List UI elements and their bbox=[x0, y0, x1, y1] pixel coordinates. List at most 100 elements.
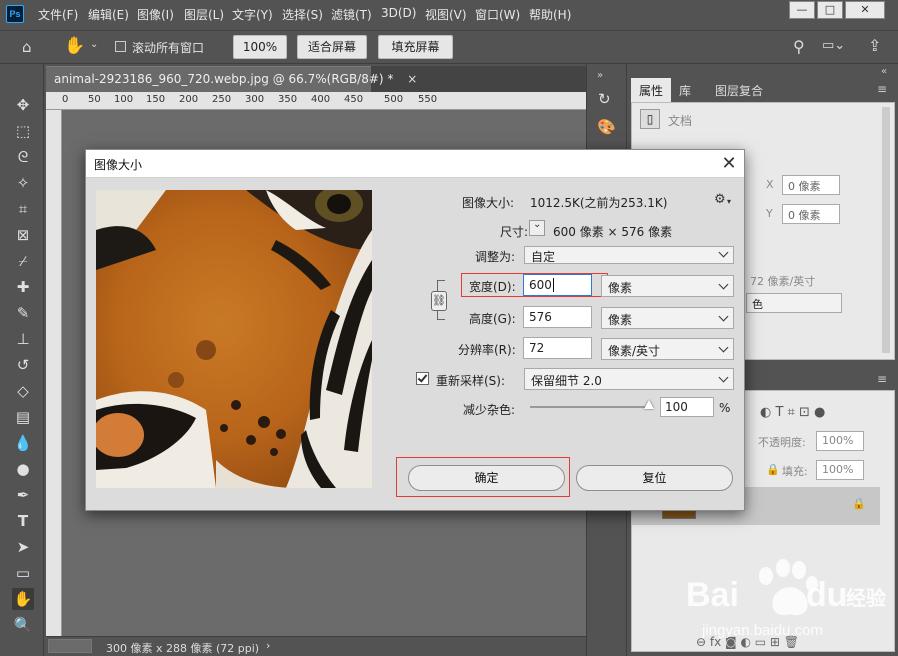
eyedropper-icon[interactable]: ⌿ bbox=[12, 250, 34, 272]
scroll-all-checkbox[interactable] bbox=[115, 41, 126, 52]
magic-wand-icon[interactable]: ✧ bbox=[12, 172, 34, 194]
dialog-titlebar: 图像大小 ✕ bbox=[86, 150, 744, 178]
chevron-down-icon[interactable]: ⌄ bbox=[90, 39, 98, 50]
fill-field[interactable]: 100% bbox=[816, 460, 864, 480]
zoom-readout[interactable] bbox=[48, 639, 92, 653]
history-panel-icon[interactable]: ↻ bbox=[598, 90, 611, 108]
image-preview[interactable] bbox=[96, 190, 372, 488]
fit-screen-button[interactable]: 适合屏幕 bbox=[297, 35, 367, 59]
resolution-readout: 72 像素/英寸 bbox=[750, 275, 816, 288]
tools-panel: ✥ ⬚ ᘓ ✧ ⌗ ⊠ ⌿ ✚ ✎ ⊥ ↺ ◇ ▤ 💧 ● ✒ T ➤ ▭ ✋ … bbox=[0, 64, 44, 656]
hand-tool-icon[interactable]: ✋ bbox=[64, 36, 85, 56]
color-mode-select[interactable]: 色 bbox=[746, 293, 842, 313]
panel-menu-icon[interactable]: ≡ bbox=[877, 372, 887, 386]
y-field[interactable]: 0 像素 bbox=[782, 204, 840, 224]
height-field[interactable]: 576 bbox=[523, 306, 592, 328]
resolution-unit-select[interactable]: 像素/英寸 bbox=[601, 338, 734, 360]
healing-brush-icon[interactable]: ✚ bbox=[12, 276, 34, 298]
path-select-icon[interactable]: ➤ bbox=[12, 536, 34, 558]
close-icon[interactable]: ✕ bbox=[845, 1, 885, 19]
menu-help[interactable]: 帮助(H) bbox=[529, 6, 571, 23]
ruler-tick: 100 bbox=[114, 94, 134, 105]
chevron-right-icon[interactable]: › bbox=[266, 639, 270, 652]
blur-tool-icon[interactable]: 💧 bbox=[12, 432, 34, 454]
share-icon[interactable]: ⇪ bbox=[868, 36, 881, 55]
x-field[interactable]: 0 像素 bbox=[782, 175, 840, 195]
fill-screen-button[interactable]: 填充屏幕 bbox=[378, 35, 453, 59]
menu-type[interactable]: 文字(Y) bbox=[232, 6, 273, 23]
home-icon[interactable]: ⌂ bbox=[22, 38, 32, 56]
clone-stamp-icon[interactable]: ⊥ bbox=[12, 328, 34, 350]
reduce-noise-slider-handle[interactable] bbox=[644, 400, 654, 409]
tab-properties[interactable]: 属性 bbox=[631, 78, 672, 102]
color-panel-icon[interactable]: 🎨 bbox=[597, 118, 616, 136]
tiger-preview-image bbox=[96, 190, 372, 488]
fit-to-select[interactable]: 自定 bbox=[524, 246, 734, 264]
constrain-link-icon[interactable]: ⛓ bbox=[431, 291, 447, 311]
resolution-field[interactable]: 72 bbox=[523, 337, 592, 359]
move-tool-icon[interactable]: ✥ bbox=[12, 94, 34, 116]
menu-view[interactable]: 视图(V) bbox=[425, 6, 467, 23]
eraser-tool-icon[interactable]: ◇ bbox=[12, 380, 34, 402]
menu-3d[interactable]: 3D(D) bbox=[381, 6, 416, 20]
watermark-brand: Bai bbox=[686, 576, 739, 614]
ok-button[interactable]: 确定 bbox=[408, 465, 565, 491]
dimensions-label: 尺寸: bbox=[500, 225, 529, 239]
rectangle-tool-icon[interactable]: ▭ bbox=[12, 562, 34, 584]
dodge-tool-icon[interactable]: ● bbox=[12, 458, 34, 480]
collapse-icon[interactable]: » bbox=[597, 70, 603, 81]
zoom-100-button[interactable]: 100% bbox=[233, 35, 287, 59]
menu-layer[interactable]: 图层(L) bbox=[184, 6, 224, 23]
menu-file[interactable]: 文件(F) bbox=[38, 6, 78, 23]
fit-to-label: 调整为: bbox=[475, 250, 516, 264]
reduce-noise-field[interactable]: 100 bbox=[660, 397, 714, 417]
workspace-icon[interactable]: ▭⌄ bbox=[822, 38, 845, 53]
width-label: 宽度(D): bbox=[469, 280, 516, 294]
close-icon[interactable]: ✕ bbox=[718, 153, 740, 175]
minimize-icon[interactable]: — bbox=[789, 1, 815, 19]
resample-checkbox[interactable] bbox=[416, 372, 429, 385]
lock-icon[interactable]: 🔒 bbox=[766, 463, 780, 476]
frame-tool-icon[interactable]: ⊠ bbox=[12, 224, 34, 246]
panel-menu-icon[interactable]: ≡ bbox=[877, 82, 887, 96]
history-brush-icon[interactable]: ↺ bbox=[12, 354, 34, 376]
ruler-vertical bbox=[46, 110, 62, 636]
close-icon[interactable]: × bbox=[407, 72, 417, 86]
resample-method-select[interactable]: 保留细节 2.0 bbox=[524, 368, 734, 390]
dimensions-toggle[interactable]: ⌄ bbox=[529, 219, 545, 236]
hand-tool-icon[interactable]: ✋ bbox=[12, 588, 34, 610]
width-unit-select[interactable]: 像素 bbox=[601, 275, 734, 297]
restore-icon[interactable]: □ bbox=[817, 1, 843, 19]
menu-edit[interactable]: 编辑(E) bbox=[88, 6, 129, 23]
search-icon[interactable]: ⚲ bbox=[793, 37, 805, 56]
brush-tool-icon[interactable]: ✎ bbox=[12, 302, 34, 324]
scrollbar[interactable] bbox=[882, 107, 890, 353]
width-field[interactable]: 600 bbox=[523, 274, 592, 296]
menu-select[interactable]: 选择(S) bbox=[282, 6, 323, 23]
tab-layer-comps[interactable]: 图层复合 bbox=[707, 78, 771, 102]
zoom-tool-icon[interactable]: 🔍 bbox=[12, 614, 34, 636]
layer-filter-icons[interactable]: ◐ T ⌗ ⊡ ● bbox=[760, 405, 825, 420]
type-tool-icon[interactable]: T bbox=[12, 510, 34, 532]
pen-tool-icon[interactable]: ✒ bbox=[12, 484, 34, 506]
menu-window[interactable]: 窗口(W) bbox=[475, 6, 520, 23]
lasso-tool-icon[interactable]: ᘓ bbox=[12, 146, 34, 168]
document-tab-title: animal-2923186_960_720.webp.jpg @ 66.7%(… bbox=[54, 72, 394, 86]
collapse-icon[interactable]: « bbox=[881, 66, 887, 77]
crop-tool-icon[interactable]: ⌗ bbox=[12, 198, 34, 220]
gear-icon[interactable]: ⚙ bbox=[714, 192, 726, 207]
document-label: 文档 bbox=[668, 114, 693, 128]
document-tab[interactable]: animal-2923186_960_720.webp.jpg @ 66.7%(… bbox=[46, 66, 417, 92]
gradient-tool-icon[interactable]: ▤ bbox=[12, 406, 34, 428]
opacity-field[interactable]: 100% bbox=[816, 431, 864, 451]
opacity-label: 不透明度: bbox=[758, 436, 806, 449]
reset-button[interactable]: 复位 bbox=[576, 465, 733, 491]
tab-libraries[interactable]: 库 bbox=[671, 78, 699, 102]
menu-image[interactable]: 图像(I) bbox=[137, 6, 174, 23]
height-unit-select[interactable]: 像素 bbox=[601, 307, 734, 329]
resolution-label: 分辨率(R): bbox=[458, 343, 516, 357]
reduce-noise-slider-track[interactable] bbox=[530, 406, 648, 408]
menu-filter[interactable]: 滤镜(T) bbox=[331, 6, 372, 23]
chevron-down-icon[interactable]: ▾ bbox=[727, 197, 731, 206]
marquee-tool-icon[interactable]: ⬚ bbox=[12, 120, 34, 142]
